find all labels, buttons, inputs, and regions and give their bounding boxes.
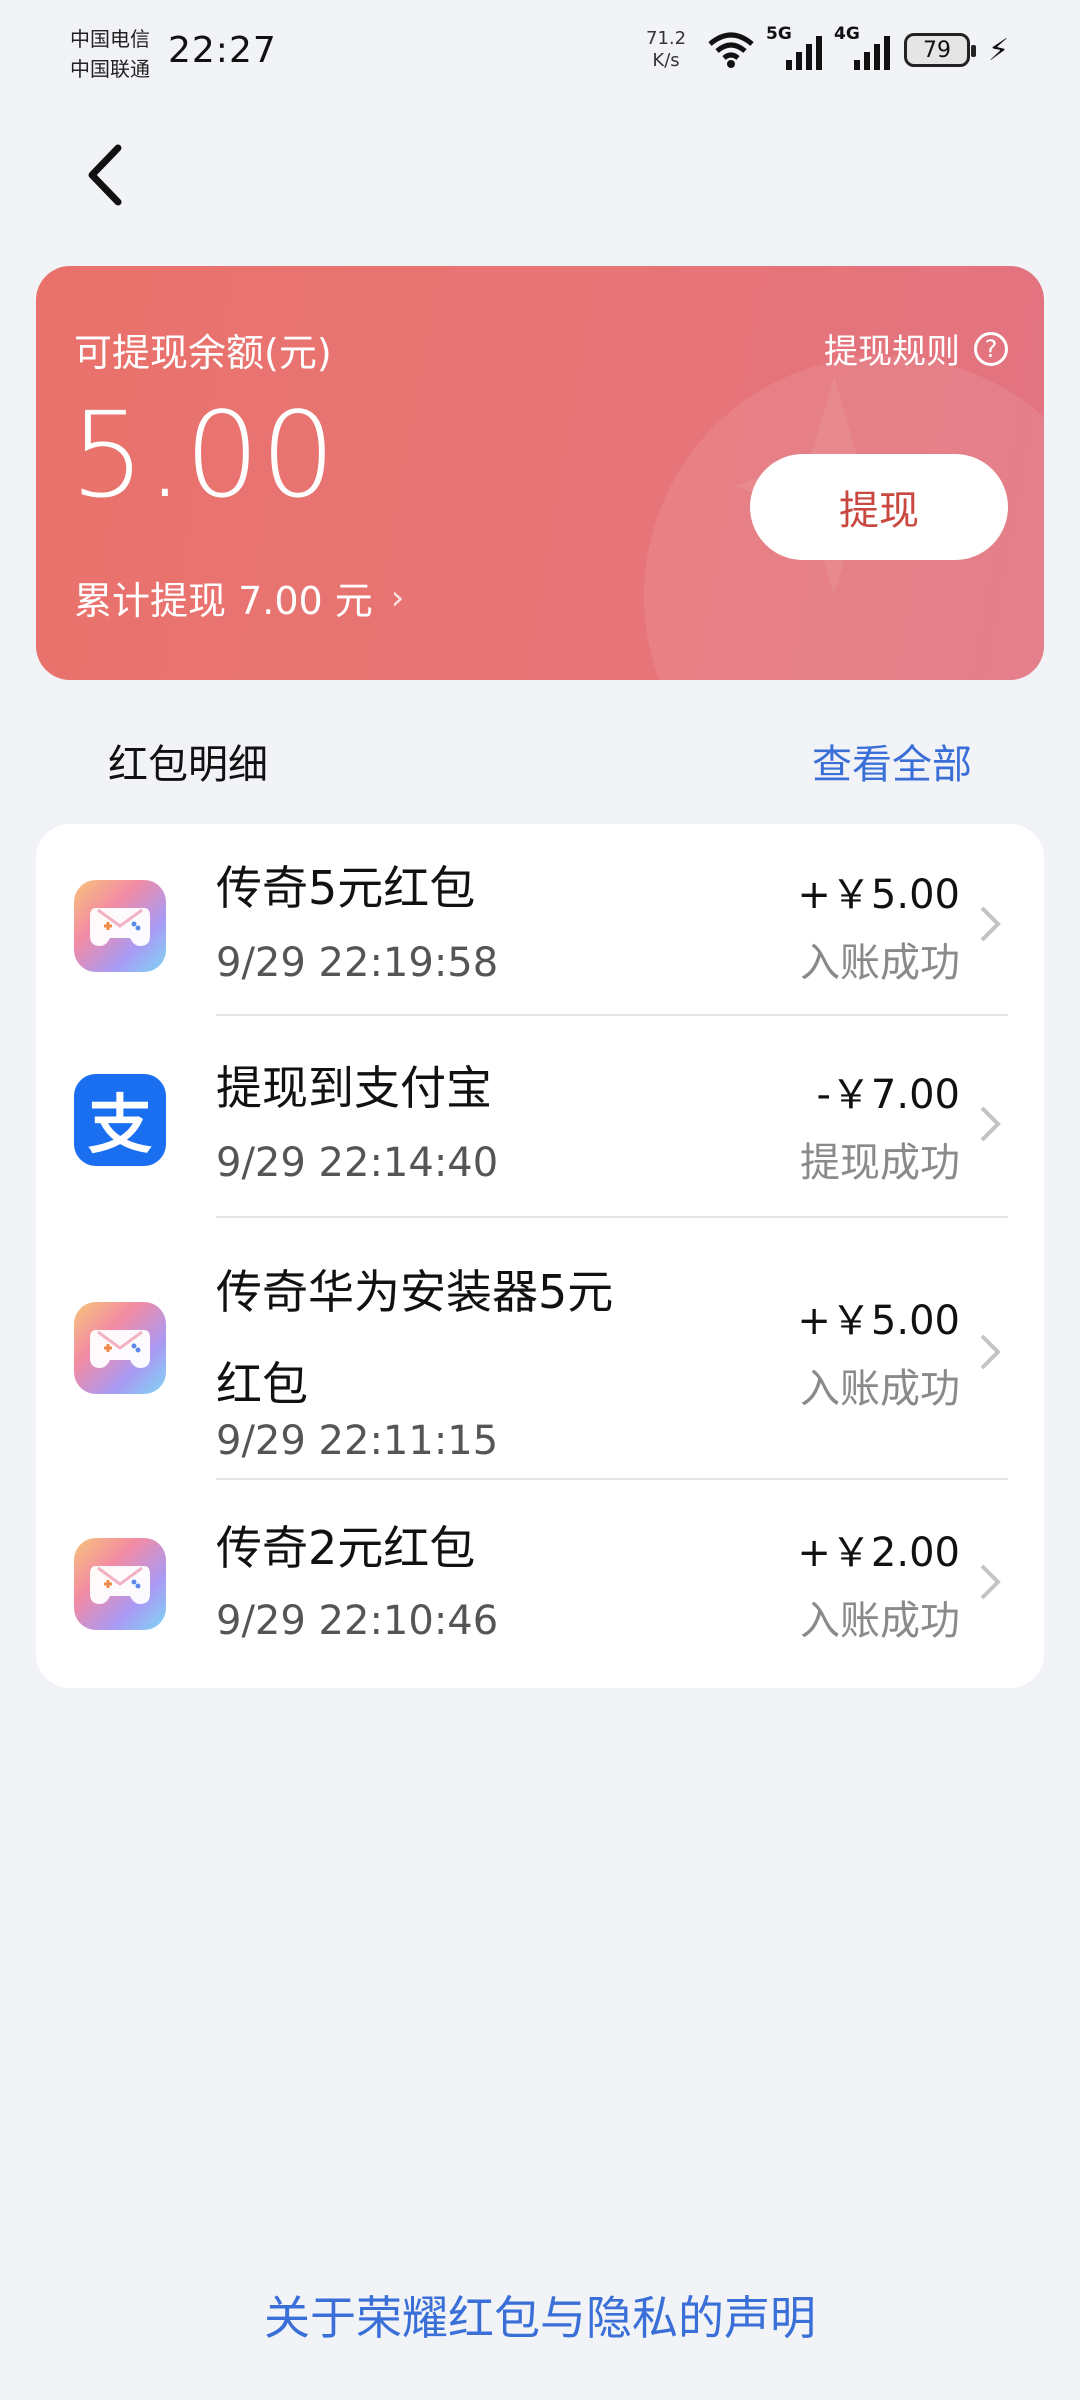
battery-icon: 79 <box>904 33 976 67</box>
game-icon <box>74 880 166 972</box>
transaction-status: 提现成功 <box>800 1140 960 1186</box>
transaction-amount: +￥2.00 <box>797 1530 960 1576</box>
chevron-right-icon <box>980 1564 1001 1600</box>
total-withdrawn-link[interactable]: 累计提现 7.00 元 › <box>74 570 404 625</box>
chevron-right-icon <box>980 1334 1001 1370</box>
transaction-status: 入账成功 <box>800 940 960 986</box>
chevron-right-icon <box>980 906 1001 942</box>
status-bar: 中国电信 中国联通 22:27 71.2 K/s 5G 4G 79 ⚡ <box>0 0 1080 100</box>
back-icon[interactable] <box>82 140 132 210</box>
chevron-right-icon: › <box>390 577 405 618</box>
list-item[interactable]: 传奇2元红包 9/29 22:10:46 +￥2.00 入账成功 <box>36 1480 1044 1688</box>
section-title: 红包明细 <box>108 742 268 788</box>
list-item[interactable]: 传奇华为安装器5元红包 9/29 22:11:15 +￥5.00 入账成功 <box>36 1218 1044 1478</box>
signal-5g-label: 5G <box>766 24 792 44</box>
privacy-statement-link[interactable]: 关于荣耀红包与隐私的声明 <box>0 2282 1080 2348</box>
alipay-icon: 支 <box>74 1074 166 1166</box>
withdraw-button[interactable]: 提现 <box>750 454 1008 560</box>
transaction-amount: +￥5.00 <box>797 872 960 918</box>
game-icon <box>74 1538 166 1630</box>
transaction-title: 提现到支付宝 <box>216 1061 492 1115</box>
charging-icon: ⚡ <box>988 32 1010 68</box>
balance-amount: 5.00 <box>70 386 337 524</box>
net-speed: 71.2 K/s <box>646 28 686 72</box>
transaction-amount: -￥7.00 <box>816 1072 961 1118</box>
alipay-glyph: 支 <box>88 1089 152 1163</box>
transaction-date: 9/29 22:19:58 <box>216 940 499 986</box>
signal-5g-icon: 5G <box>766 24 824 70</box>
status-icons: 5G 4G 79 ⚡ <box>706 24 1010 74</box>
list-item[interactable]: 传奇5元红包 9/29 22:19:58 +￥5.00 入账成功 <box>36 824 1044 1024</box>
signal-4g-label: 4G <box>834 24 860 44</box>
transaction-amount: +￥5.00 <box>797 1298 960 1344</box>
carrier-names: 中国电信 中国联通 <box>70 24 150 84</box>
transaction-status: 入账成功 <box>800 1366 960 1412</box>
view-all-link[interactable]: 查看全部 <box>812 732 972 790</box>
carrier-1: 中国电信 <box>70 27 150 51</box>
chevron-right-icon <box>980 1106 1001 1142</box>
game-icon <box>74 1302 166 1394</box>
transaction-title: 传奇华为安装器5元红包 <box>216 1265 614 1411</box>
balance-label: 可提现余额(元) <box>74 331 332 375</box>
wifi-icon <box>708 32 754 68</box>
total-withdrawn-text: 累计提现 7.00 元 <box>74 579 373 623</box>
transaction-title: 传奇2元红包 <box>216 1521 476 1575</box>
carrier-2: 中国联通 <box>70 57 150 81</box>
help-icon: ? <box>974 331 1008 366</box>
transaction-date: 9/29 22:14:40 <box>216 1140 499 1186</box>
withdraw-rules-label: 提现规则 <box>824 332 960 372</box>
list-item[interactable]: 支 提现到支付宝 9/29 22:14:40 -￥7.00 提现成功 <box>36 1016 1044 1216</box>
status-time: 22:27 <box>168 30 277 71</box>
transaction-status: 入账成功 <box>800 1598 960 1644</box>
transaction-date: 9/29 22:11:15 <box>216 1418 499 1464</box>
transaction-date: 9/29 22:10:46 <box>216 1598 499 1644</box>
signal-4g-icon: 4G <box>834 24 892 70</box>
battery-level: 79 <box>923 37 951 63</box>
net-speed-unit: K/s <box>652 50 680 71</box>
transaction-title: 传奇5元红包 <box>216 861 476 915</box>
transaction-list: 传奇5元红包 9/29 22:19:58 +￥5.00 入账成功 支 提现到支付… <box>36 824 1044 1688</box>
balance-card: 可提现余额(元) 5.00 累计提现 7.00 元 › 提现规则 ? 提现 <box>36 266 1044 680</box>
net-speed-value: 71.2 <box>646 28 687 49</box>
withdraw-rules-link[interactable]: 提现规则 ? <box>824 324 1008 373</box>
